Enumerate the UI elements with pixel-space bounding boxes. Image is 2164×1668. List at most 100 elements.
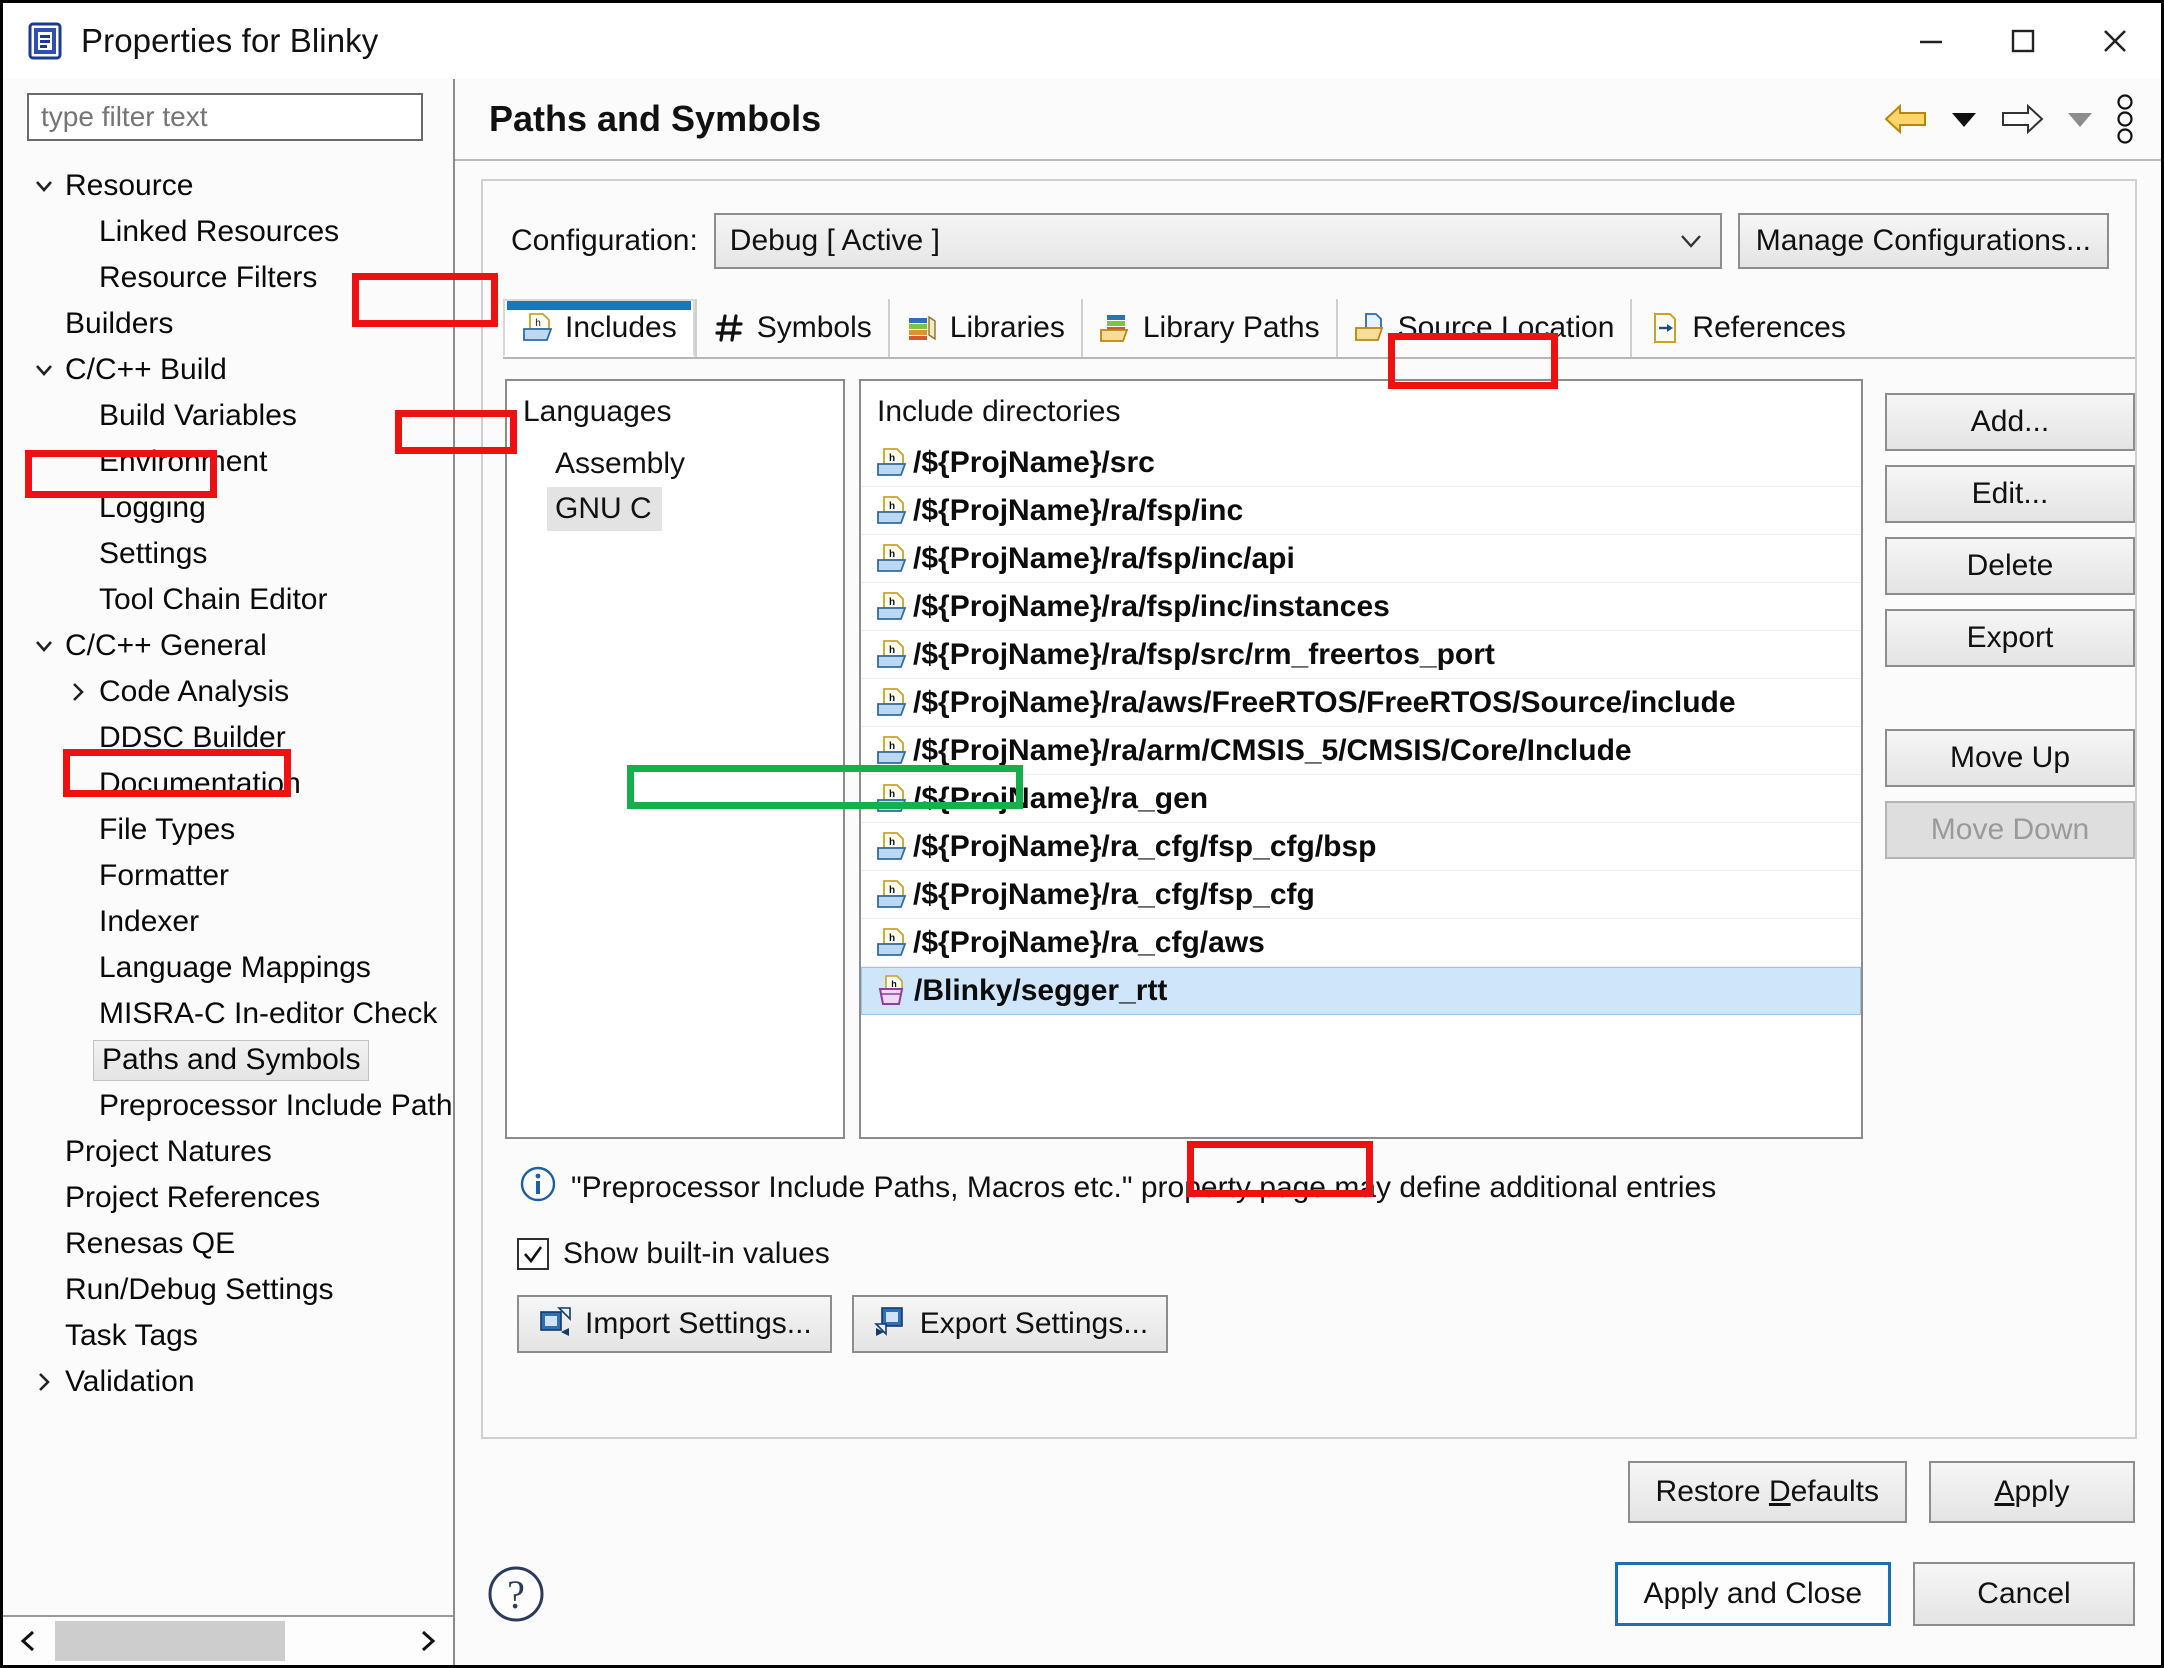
languages-title: Languages — [523, 395, 672, 428]
language-item-assembly[interactable]: Assembly — [507, 441, 843, 487]
help-icon[interactable]: ? — [485, 1563, 547, 1625]
show-builtin-checkbox[interactable] — [517, 1238, 549, 1270]
page-header: Paths and Symbols — [455, 79, 2161, 161]
vertical-dots-icon[interactable] — [2115, 93, 2135, 145]
include-directory-row[interactable]: h /${ProjName}/ra/fsp/inc/instances — [861, 583, 1861, 631]
svg-text:h: h — [889, 453, 895, 464]
sidebar-item-environment[interactable]: Environment — [3, 439, 453, 485]
sidebar-item-project-natures[interactable]: Project Natures — [3, 1129, 453, 1175]
add-button[interactable]: Add... — [1885, 393, 2135, 451]
library-paths-icon — [1099, 311, 1133, 345]
include-directory-row[interactable]: h /${ProjName}/ra_cfg/fsp_cfg/bsp — [861, 823, 1861, 871]
sidebar-item-formatter[interactable]: Formatter — [3, 853, 453, 899]
sidebar-item-linked-resources[interactable]: Linked Resources — [3, 209, 453, 255]
sidebar-item-validation[interactable]: Validation — [3, 1359, 453, 1405]
sidebar-item-documentation[interactable]: Documentation — [3, 761, 453, 807]
scrollbar-track[interactable] — [55, 1619, 401, 1663]
move-up-button[interactable]: Move Up — [1885, 729, 2135, 787]
include-folder-icon: h — [521, 311, 555, 345]
include-directory-row[interactable]: h/Blinky/segger_rtt — [861, 967, 1861, 1015]
include-directory-row[interactable]: h /${ProjName}/ra/fsp/inc — [861, 487, 1861, 535]
page-content: Configuration: Debug [ Active ] Manage C… — [481, 179, 2137, 1439]
sidebar-item-label: Renesas QE — [65, 1227, 236, 1260]
tab-symbols[interactable]: Symbols — [694, 299, 888, 357]
include-directories-list[interactable]: h /${ProjName}/src h /${ProjName}/ra/fsp/in… — [861, 439, 1861, 1137]
sidebar-item-code-analysis[interactable]: Code Analysis — [3, 669, 453, 715]
include-directory-row[interactable]: h /${ProjName}/ra/fsp/src/rm_freertos_por… — [861, 631, 1861, 679]
apply-and-close-button[interactable]: Apply and Close — [1614, 1562, 1891, 1626]
language-item-gnu-c[interactable]: GNU C — [547, 487, 662, 531]
sidebar-item-label: Logging — [99, 491, 206, 524]
include-directory-row[interactable]: h /${ProjName}/ra_gen — [861, 775, 1861, 823]
include-directory-path: /${ProjName}/ra/fsp/inc/instances — [913, 589, 1390, 623]
back-arrow-icon[interactable] — [1883, 100, 1929, 138]
sidebar-horizontal-scrollbar[interactable] — [3, 1615, 453, 1665]
sidebar-item-paths-and-symbols[interactable]: Paths and Symbols — [3, 1037, 453, 1083]
chevron-down-icon[interactable] — [27, 357, 61, 383]
sidebar-item-indexer[interactable]: Indexer — [3, 899, 453, 945]
sidebar-item-builders[interactable]: Builders — [3, 301, 453, 347]
close-icon[interactable] — [2069, 3, 2161, 79]
back-dropdown-chevron-down-icon[interactable] — [1949, 108, 1979, 130]
sidebar-item-c-c-general[interactable]: C/C++ General — [3, 623, 453, 669]
sidebar-item-language-mappings[interactable]: Language Mappings — [3, 945, 453, 991]
include-directory-path: /${ProjName}/ra_gen — [913, 781, 1209, 815]
include-directory-row[interactable]: h /${ProjName}/ra/fsp/inc/api — [861, 535, 1861, 583]
restore-defaults-button[interactable]: Restore Defaults — [1627, 1461, 1907, 1523]
sidebar-item-logging[interactable]: Logging — [3, 485, 453, 531]
sidebar-item-task-tags[interactable]: Task Tags — [3, 1313, 453, 1359]
maximize-icon[interactable] — [1977, 3, 2069, 79]
include-directory-row[interactable]: h /${ProjName}/ra_cfg/fsp_cfg — [861, 871, 1861, 919]
manage-configurations-button[interactable]: Manage Configurations... — [1737, 213, 2109, 269]
minimize-icon[interactable] — [1885, 3, 1977, 79]
cancel-button[interactable]: Cancel — [1913, 1562, 2135, 1626]
svg-text:h: h — [889, 549, 895, 560]
sidebar-item-label: Settings — [99, 537, 208, 570]
tab-libraries[interactable]: Libraries — [887, 299, 1081, 357]
chevron-right-icon[interactable] — [61, 679, 95, 705]
forward-dropdown-chevron-down-icon[interactable] — [2065, 108, 2095, 130]
tab-references[interactable]: References — [1630, 299, 1861, 357]
export-settings-label: Export Settings... — [919, 1307, 1149, 1340]
show-builtin-row[interactable]: Show built-in values — [517, 1237, 2135, 1271]
scroll-left-icon[interactable] — [3, 1617, 55, 1665]
sidebar-item-file-types[interactable]: File Types — [3, 807, 453, 853]
sidebar-item-resource-filters[interactable]: Resource Filters — [3, 255, 453, 301]
include-directory-row[interactable]: h /${ProjName}/ra_cfg/aws — [861, 919, 1861, 967]
sidebar-item-preprocessor-include-path[interactable]: Preprocessor Include Path — [3, 1083, 453, 1129]
apply-button[interactable]: Apply — [1929, 1461, 2135, 1523]
configuration-select[interactable]: Debug [ Active ] — [713, 213, 1722, 269]
sidebar-item-tool-chain-editor[interactable]: Tool Chain Editor — [3, 577, 453, 623]
include-directory-path: /${ProjName}/ra/fsp/inc — [913, 493, 1244, 527]
sidebar-item-renesas-qe[interactable]: Renesas QE — [3, 1221, 453, 1267]
sidebar-item-ddsc-builder[interactable]: DDSC Builder — [3, 715, 453, 761]
filter-input[interactable] — [27, 93, 423, 141]
export-button[interactable]: Export — [1885, 609, 2135, 667]
chevron-down-icon[interactable] — [27, 173, 61, 199]
include-directory-row[interactable]: h /${ProjName}/ra/aws/FreeRTOS/FreeRTOS/S… — [861, 679, 1861, 727]
tab-bar: h Includes Symbols Libraries Library Paths So… — [503, 299, 2135, 359]
include-directory-row[interactable]: h /${ProjName}/ra/arm/CMSIS_5/CMSIS/Core/… — [861, 727, 1861, 775]
sidebar-item-run-debug-settings[interactable]: Run/Debug Settings — [3, 1267, 453, 1313]
scroll-right-icon[interactable] — [401, 1617, 453, 1665]
chevron-down-icon[interactable] — [27, 633, 61, 659]
tab-library-paths[interactable]: Library Paths — [1080, 299, 1336, 357]
sidebar-item-misra-c-in-editor-check[interactable]: MISRA-C In-editor Check — [3, 991, 453, 1037]
sidebar-item-settings[interactable]: Settings — [3, 531, 453, 577]
scrollbar-thumb[interactable] — [55, 1621, 285, 1661]
include-folder-icon: h — [875, 542, 913, 576]
import-settings-button[interactable]: Import Settings... — [517, 1295, 832, 1353]
tab-includes[interactable]: h Includes — [503, 299, 695, 357]
sidebar-item-build-variables[interactable]: Build Variables — [3, 393, 453, 439]
export-settings-button[interactable]: Export Settings... — [851, 1295, 1169, 1353]
chevron-right-icon[interactable] — [27, 1369, 61, 1395]
sidebar-item-c-c-build[interactable]: C/C++ Build — [3, 347, 453, 393]
forward-arrow-icon[interactable] — [1999, 100, 2045, 138]
edit-button[interactable]: Edit... — [1885, 465, 2135, 523]
sidebar-item-project-references[interactable]: Project References — [3, 1175, 453, 1221]
tab-source-location[interactable]: Source Location — [1335, 299, 1631, 357]
delete-button[interactable]: Delete — [1885, 537, 2135, 595]
apply-row: Restore Defaults Apply — [455, 1439, 2135, 1523]
include-directory-row[interactable]: h /${ProjName}/src — [861, 439, 1861, 487]
sidebar-item-resource[interactable]: Resource — [3, 163, 453, 209]
